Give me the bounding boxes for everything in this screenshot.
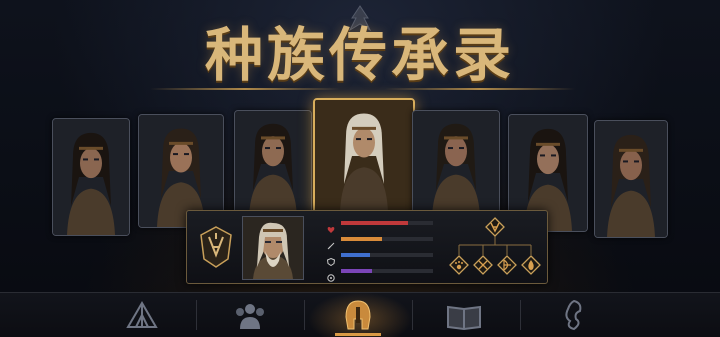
nav-helmet-button[interactable]	[338, 297, 378, 333]
stat-bar	[341, 269, 433, 273]
helmet-icon	[338, 300, 378, 337]
stat-bar-fill	[341, 253, 371, 257]
stat-bar-fill	[341, 269, 373, 273]
page-title: 种族传承录	[204, 21, 515, 89]
nav-dragon-button[interactable]	[552, 297, 592, 333]
stat-bar	[341, 253, 433, 257]
sword-icon	[327, 235, 335, 250]
stat-bar-fill	[341, 221, 409, 225]
dragon-icon	[552, 299, 592, 337]
tent-icon	[122, 301, 162, 337]
paw-icon[interactable]	[449, 255, 469, 275]
title-divider-right	[385, 88, 575, 90]
detail-panel	[186, 210, 548, 284]
heart-icon	[327, 219, 335, 233]
stat-bar	[341, 237, 433, 241]
flame-icon[interactable]	[521, 255, 541, 275]
stat-bar-fill	[341, 237, 383, 241]
nav-tent-button[interactable]	[122, 297, 162, 333]
nav-divider	[412, 300, 413, 330]
portrait-1-card[interactable]	[52, 118, 130, 236]
stat-bar	[341, 221, 433, 225]
nav-divider	[196, 300, 197, 330]
portrait-3-card[interactable]	[234, 110, 312, 218]
game-screen: 种族传承录	[0, 0, 720, 337]
selected-portrait	[242, 216, 304, 280]
nav-divider	[520, 300, 521, 330]
portrait-4-card[interactable]	[313, 98, 415, 214]
crossed-weapons-icon[interactable]	[473, 255, 493, 275]
book-icon	[444, 305, 484, 337]
nav-divider	[304, 300, 305, 330]
title-divider-left	[150, 88, 340, 90]
crest-icon	[200, 226, 232, 268]
nav-book-button[interactable]	[444, 297, 484, 333]
bow-icon[interactable]	[497, 255, 517, 275]
portrait-5-card[interactable]	[412, 110, 500, 218]
magic-icon	[327, 267, 335, 282]
shield-icon	[326, 251, 336, 267]
group-icon	[230, 304, 270, 337]
crest-icon[interactable]	[485, 217, 505, 237]
nav-group-button[interactable]	[230, 297, 270, 333]
portrait-7-card[interactable]	[594, 120, 668, 238]
